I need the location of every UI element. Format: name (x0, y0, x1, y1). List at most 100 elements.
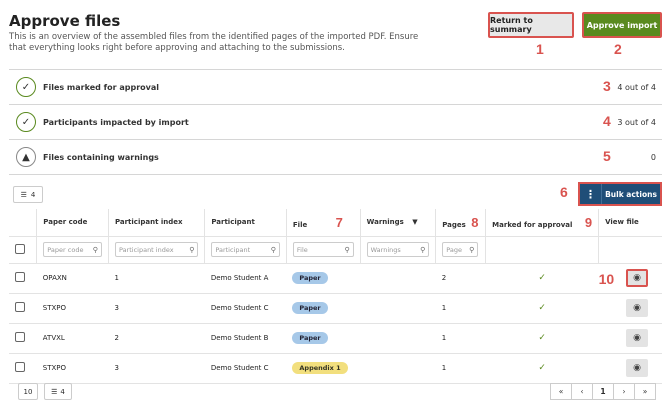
approve-import-button[interactable]: Approve import (582, 12, 662, 38)
approved-check-icon: ✓ (538, 273, 546, 283)
participant-filter[interactable]: Participant ⚲ (211, 242, 280, 257)
eye-icon[interactable]: ◉ (626, 359, 648, 377)
search-icon: ⚲ (270, 245, 276, 254)
prev-page-icon[interactable]: ‹ (571, 383, 593, 400)
marker-6: 6 (560, 184, 568, 200)
file-cell: Paper (286, 263, 361, 294)
select-all-checkbox[interactable] (15, 243, 25, 254)
file-cell: Appendix 1 (286, 353, 361, 384)
marker-8: 8 (471, 214, 479, 230)
column-header-file[interactable]: File 7 (286, 209, 361, 237)
participant-index-filter[interactable]: Participant index ⚲ (114, 242, 199, 257)
bulk-actions-label: Bulk actions (605, 189, 657, 199)
filter-row: Paper code ⚲ Participant index ⚲ Participa… (9, 236, 662, 264)
warnings-cell (360, 263, 436, 294)
summary-files-approval: ✓ Files marked for approval 4 out of 4 (9, 70, 662, 104)
paper-code-cell: STXPO (36, 353, 109, 384)
marker-10: 10 (598, 270, 615, 287)
table-header-row: Paper code Participant index Participant… (9, 209, 662, 237)
summary-value: 4 out of 4 (617, 82, 656, 92)
return-to-summary-button[interactable]: Return to summary (488, 12, 574, 38)
row-checkbox[interactable] (15, 272, 25, 282)
paper-code-filter[interactable]: Paper code ⚲ (43, 242, 102, 257)
marker-3: 3 (603, 78, 611, 94)
row-checkbox[interactable] (15, 302, 25, 312)
divider (9, 174, 662, 175)
current-page[interactable]: 1 (592, 383, 614, 400)
file-badge: Paper (292, 272, 328, 284)
approved-check-icon: ✓ (538, 363, 546, 373)
sort-down-icon[interactable]: ▼ (412, 218, 417, 226)
eye-icon[interactable]: ◉ (626, 329, 648, 347)
column-toggle-button[interactable]: ☰ 4 (13, 186, 43, 203)
file-filter[interactable]: File ⚲ (292, 242, 354, 257)
participant-index-cell: 2 (108, 323, 205, 354)
file-badge: Paper (292, 332, 328, 344)
column-header-participant[interactable]: Participant (204, 209, 287, 237)
file-cell: Paper (286, 323, 361, 354)
more-vertical-icon: ⋮ (580, 184, 602, 204)
last-page-icon[interactable]: » (634, 383, 656, 400)
files-table: Paper code Participant index Participant… (9, 209, 662, 384)
marker-1: 1 (536, 41, 544, 57)
filter-placeholder: Warnings (370, 245, 401, 254)
check-circle-icon: ✓ (16, 112, 36, 132)
bulk-actions-button[interactable]: ⋮ Bulk actions (578, 182, 662, 206)
participant-cell: Demo Student A (204, 263, 287, 294)
first-page-icon[interactable]: « (550, 383, 572, 400)
filter-cell: File ⚲ (286, 236, 361, 264)
view-file-cell: ◉ (598, 353, 662, 384)
page-description: This is an overview of the assembled fil… (9, 32, 419, 53)
search-icon: ⚲ (344, 245, 350, 254)
search-icon: ⚲ (469, 245, 475, 254)
participant-cell: Demo Student C (204, 353, 287, 384)
list-icon: ☰ (20, 190, 27, 199)
marker-5: 5 (603, 148, 611, 164)
row-select-cell (9, 293, 37, 324)
search-icon: ⚲ (189, 245, 195, 254)
check-circle-icon: ✓ (16, 77, 36, 97)
row-checkbox[interactable] (15, 362, 25, 372)
column-count: 4 (30, 190, 36, 199)
table-row: OPAXN 1 Demo Student A Paper 2 ✓ 10 ◉ (9, 263, 662, 294)
pages-filter[interactable]: Page ⚲ (442, 242, 479, 257)
summary-participants-impacted: ✓ Participants impacted by import 3 out … (9, 105, 662, 139)
summary-value: 0 (650, 152, 656, 162)
next-page-icon[interactable]: › (613, 383, 635, 400)
eye-icon[interactable]: ◉ (626, 299, 648, 317)
filter-placeholder: Participant (215, 245, 251, 254)
file-header-label: File (292, 220, 308, 229)
pages-cell: 1 (435, 323, 486, 354)
summary-label: Files containing warnings (43, 152, 159, 162)
page-size-select[interactable]: 10 (18, 383, 38, 400)
row-select-cell (9, 353, 37, 384)
search-icon: ⚲ (92, 245, 98, 254)
footer-column-toggle[interactable]: ☰ 4 (44, 383, 72, 400)
filter-cell: Participant ⚲ (204, 236, 287, 264)
filter-cell: Page ⚲ (435, 236, 487, 264)
warnings-cell (360, 293, 436, 324)
row-checkbox[interactable] (15, 332, 25, 342)
filter-placeholder: Paper code (47, 245, 84, 254)
eye-icon[interactable]: ◉ (626, 269, 648, 287)
column-header-pages[interactable]: Pages 8 (435, 209, 487, 237)
paper-code-cell: ATVXL (36, 323, 109, 354)
approved-check-icon: ✓ (538, 303, 546, 313)
column-header-paper-code[interactable]: Paper code (36, 209, 109, 237)
warnings-filter[interactable]: Warnings ⚲ (366, 242, 430, 257)
warnings-header-label: Warnings (366, 218, 404, 227)
approval-cell: ✓ (485, 353, 599, 384)
column-header-marked-approval[interactable]: Marked for approval 9 (485, 209, 600, 237)
empty-filter-cell (598, 236, 662, 264)
approved-check-icon: ✓ (538, 333, 546, 343)
filter-placeholder: File (296, 245, 308, 254)
marker-2: 2 (614, 41, 622, 57)
select-all-header (9, 209, 38, 237)
pages-cell: 2 (435, 263, 486, 294)
row-select-cell (9, 263, 37, 294)
column-header-warnings[interactable]: Warnings ▼ (360, 209, 437, 237)
column-header-participant-index[interactable]: Participant index (108, 209, 206, 237)
paper-code-cell: STXPO (36, 293, 109, 324)
warnings-cell (360, 323, 436, 354)
pages-cell: 1 (435, 293, 486, 324)
